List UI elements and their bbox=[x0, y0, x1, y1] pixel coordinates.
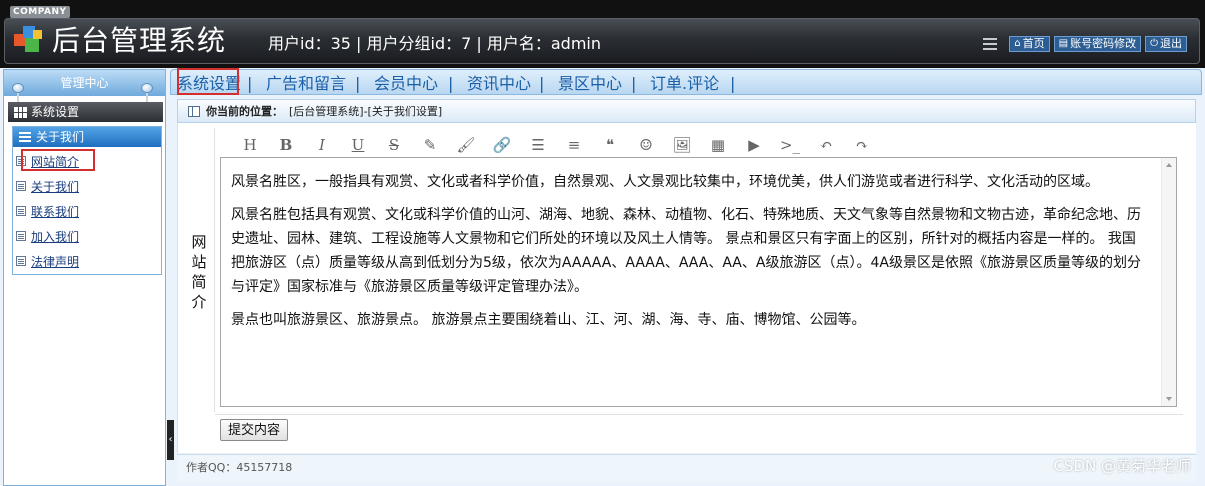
logout-label: 退出 bbox=[1160, 37, 1182, 50]
top-links: ⌂ 首页 ▤ 账号密码修改 ⏻ 退出 bbox=[983, 36, 1187, 52]
sidebar-section-system[interactable]: 系统设置 bbox=[8, 102, 163, 122]
document-icon bbox=[16, 231, 26, 241]
tab-scenic[interactable]: 景区中心 bbox=[558, 74, 622, 94]
code-icon[interactable]: >_ bbox=[772, 135, 808, 155]
nav-separator: | bbox=[539, 74, 545, 93]
app-title: 后台管理系统 bbox=[52, 24, 227, 57]
pen-icon[interactable]: ✎ bbox=[412, 135, 448, 155]
collapse-sidebar-toggle[interactable]: ‹ bbox=[167, 420, 174, 460]
submit-row bbox=[215, 414, 1183, 446]
list-icon bbox=[19, 132, 31, 142]
scroll-down-icon bbox=[1166, 397, 1172, 401]
company-label: COMPANY bbox=[10, 6, 70, 18]
sidebar-group-label: 关于我们 bbox=[36, 130, 85, 144]
bold-icon[interactable]: B bbox=[268, 135, 304, 155]
top-nav: 系统设置 | 广告和留言 | 会员中心 | 资讯中心 | 景区中心 | 订单.评… bbox=[170, 68, 1202, 95]
scroll-up-icon bbox=[1166, 163, 1172, 167]
change-password-link[interactable]: ▤ 账号密码修改 bbox=[1053, 36, 1142, 52]
quote-icon[interactable]: ❝ bbox=[592, 135, 628, 155]
grid-icon bbox=[14, 106, 27, 118]
home-link[interactable]: ⌂ 首页 bbox=[1009, 36, 1050, 52]
sidebar-item-about-us[interactable]: 关于我们 bbox=[16, 178, 79, 194]
nav-separator: | bbox=[448, 74, 454, 93]
logo-icon bbox=[14, 26, 42, 52]
window-icon bbox=[188, 105, 200, 117]
sidebar-item-join-us[interactable]: 加入我们 bbox=[16, 228, 79, 244]
bullet-list-icon[interactable]: ☰ bbox=[520, 135, 556, 155]
sidebar-item-label: 联系我们 bbox=[31, 204, 80, 219]
pin-icon bbox=[12, 83, 24, 105]
editor-paragraph: 景点也叫旅游景区、旅游景点。 旅游景点主要围绕着山、江、河、湖、海、寺、庙、博物… bbox=[231, 312, 866, 328]
power-icon: ⏻ bbox=[1150, 38, 1158, 49]
brush-icon[interactable]: 🖌 bbox=[448, 135, 484, 155]
sidebar: 管理中心 系统设置 关于我们 网站简介 关于我们 联系我们 加入我们 法律声明 bbox=[3, 69, 166, 486]
redo-icon[interactable]: ↷ bbox=[844, 135, 880, 155]
sidebar-item-contact-us[interactable]: 联系我们 bbox=[16, 203, 79, 219]
author-qq: 作者QQ：45157718 bbox=[186, 461, 293, 474]
editor-paragraph: 风景名胜区，一般指具有观赏、文化或者科学价值，自然景观、人文景观比较集中，环境优… bbox=[231, 174, 1099, 190]
image-icon[interactable]: 🖼 bbox=[664, 135, 700, 155]
sidebar-item-legal[interactable]: 法律声明 bbox=[16, 253, 79, 269]
editor-content[interactable]: 风景名胜区，一般指具有观赏、文化或者科学价值，自然景观、人文景观比较集中，环境优… bbox=[231, 170, 1146, 341]
highlight-box bbox=[21, 149, 95, 171]
tab-members[interactable]: 会员中心 bbox=[374, 74, 438, 94]
heading-icon[interactable]: H bbox=[232, 135, 268, 155]
undo-icon[interactable]: ↶ bbox=[808, 135, 844, 155]
user-info: 用户id：35 | 用户分组id：7 | 用户名：admin bbox=[268, 34, 602, 53]
strikethrough-icon[interactable]: S bbox=[376, 135, 412, 155]
emoji-icon[interactable]: ☺ bbox=[628, 135, 664, 155]
align-icon[interactable]: ≡ bbox=[556, 135, 592, 155]
change-password-label: 账号密码修改 bbox=[1070, 37, 1137, 50]
highlight-box bbox=[177, 68, 239, 95]
sidebar-item-label: 法律声明 bbox=[31, 254, 80, 269]
pin-icon bbox=[141, 83, 153, 105]
submit-button[interactable]: 提交内容 bbox=[220, 419, 289, 441]
sidebar-section-label: 系统设置 bbox=[31, 105, 80, 119]
rich-text-editor[interactable]: 风景名胜区，一般指具有观赏、文化或者科学价值，自然景观、人文景观比较集中，环境优… bbox=[220, 157, 1177, 407]
menu-icon[interactable] bbox=[983, 38, 998, 50]
document-icon bbox=[16, 206, 26, 216]
footer: 作者QQ：45157718 bbox=[177, 454, 1196, 482]
editor-toolbar: H B I U S ✎ 🖌 🔗 ☰ ≡ ❝ ☺ 🖼 ▦ ▶ >_ ↶ ↷ bbox=[232, 135, 880, 157]
account-icon: ▤ bbox=[1058, 38, 1069, 49]
logout-link[interactable]: ⏻ 退出 bbox=[1145, 36, 1187, 52]
nav-separator: | bbox=[247, 74, 253, 93]
breadcrumb: 你当前的位置： [后台管理系统]-[关于我们设置] bbox=[177, 99, 1196, 123]
tab-ads-messages[interactable]: 广告和留言 bbox=[266, 74, 346, 94]
table-icon[interactable]: ▦ bbox=[700, 135, 736, 155]
video-icon[interactable]: ▶ bbox=[736, 135, 772, 155]
watermark: CSDN @黄菊华老师 bbox=[1053, 457, 1191, 475]
tab-news[interactable]: 资讯中心 bbox=[467, 74, 531, 94]
breadcrumb-path: [后台管理系统]-[关于我们设置] bbox=[289, 105, 443, 118]
document-icon bbox=[16, 181, 26, 191]
home-icon: ⌂ bbox=[1014, 38, 1021, 49]
nav-separator: | bbox=[730, 74, 736, 93]
sidebar-group-header[interactable]: 关于我们 bbox=[13, 127, 161, 147]
field-label: 网站简介 bbox=[191, 233, 207, 311]
italic-icon[interactable]: I bbox=[304, 135, 340, 155]
home-link-label: 首页 bbox=[1022, 37, 1045, 50]
sidebar-item-label: 加入我们 bbox=[31, 229, 80, 244]
sidebar-item-label: 关于我们 bbox=[31, 179, 80, 194]
document-icon bbox=[16, 256, 26, 266]
tab-orders-reviews[interactable]: 订单.评论 bbox=[650, 74, 719, 94]
editor-scrollbar[interactable] bbox=[1161, 158, 1176, 406]
nav-separator: | bbox=[355, 74, 361, 93]
breadcrumb-label: 你当前的位置： bbox=[206, 105, 283, 118]
editor-paragraph: 风景名胜包括具有观赏、文化或科学价值的山河、湖海、地貌、森林、动植物、化石、特殊… bbox=[231, 207, 1141, 295]
nav-separator: | bbox=[631, 74, 637, 93]
link-icon[interactable]: 🔗 bbox=[484, 135, 520, 155]
underline-icon[interactable]: U bbox=[340, 135, 376, 155]
app-header: COMPANY 后台管理系统 用户id：35 | 用户分组id：7 | 用户名：… bbox=[0, 0, 1205, 68]
